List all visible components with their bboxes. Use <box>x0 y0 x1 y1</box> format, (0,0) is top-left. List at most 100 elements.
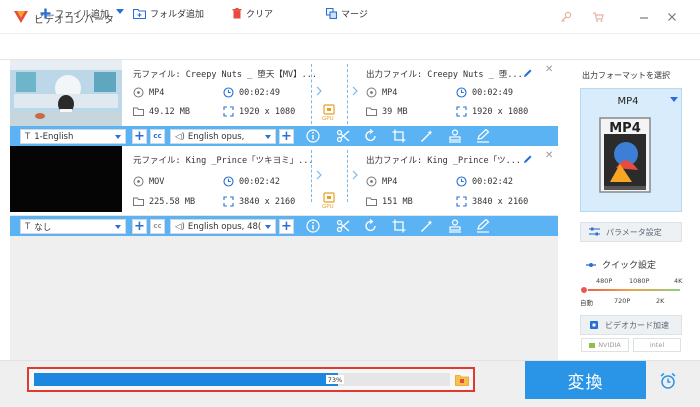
output-format-name: MP4 <box>617 96 639 107</box>
effects-wand-icon[interactable] <box>420 219 434 233</box>
gpu-label: GPU <box>322 116 334 122</box>
text-icon: T <box>25 131 31 142</box>
video-thumbnail[interactable] <box>10 60 122 126</box>
add-file-button[interactable]: ファイル追加 <box>40 6 109 20</box>
source-resolution: 1920 x 1080 <box>223 106 295 117</box>
toolbar <box>0 34 700 60</box>
resolution-icon <box>456 106 467 117</box>
clear-label: クリア <box>246 9 274 20</box>
output-filename: 出力ファイル: King _Prince「ツ... <box>366 156 521 166</box>
output-duration: 00:02:49 <box>456 87 513 98</box>
add-audio-button[interactable]: + <box>279 129 294 144</box>
intel-badge: intel <box>633 338 681 352</box>
sliders-icon <box>589 227 600 236</box>
pen-edit-icon[interactable] <box>476 219 490 233</box>
merge-label: マージ <box>341 9 368 20</box>
text-icon: T <box>25 221 31 232</box>
scissors-icon[interactable] <box>336 129 350 143</box>
quality-slider-handle[interactable] <box>580 286 588 294</box>
watermark-stamp-icon[interactable] <box>448 129 462 143</box>
clock-icon <box>456 176 467 187</box>
remove-file-icon[interactable]: ✕ <box>545 64 553 75</box>
gpu-acceleration-button[interactable]: ビデオカード加速 <box>580 315 682 335</box>
edit-icon[interactable] <box>522 154 533 165</box>
resolution-icon <box>456 196 467 207</box>
convert-button[interactable]: 変換 <box>525 361 646 399</box>
arrow-right-icon <box>352 170 358 180</box>
folder-plus-icon <box>133 8 146 19</box>
clock-icon <box>223 87 234 98</box>
clock-icon <box>456 87 467 98</box>
quick-settings-icon <box>586 262 596 267</box>
add-subtitle-button[interactable]: + <box>132 219 147 234</box>
cc-icon[interactable]: cc <box>150 129 165 144</box>
folder-icon <box>366 107 377 116</box>
key-icon[interactable] <box>558 9 574 25</box>
folder-icon <box>366 197 377 206</box>
edit-bar: T なし + cc ◁) English opus, 48( + <box>10 216 558 236</box>
source-size: 225.58 MB <box>133 196 195 207</box>
merge-icon <box>326 7 337 19</box>
close-icon[interactable] <box>664 9 680 25</box>
output-size: 151 MB <box>366 196 413 207</box>
merge-button[interactable]: マージ <box>326 6 368 20</box>
output-resolution: 1920 x 1080 <box>456 106 528 117</box>
format-dropdown-icon[interactable] <box>670 97 678 102</box>
file-row[interactable]: 元ファイル: King _Prince「ツキヨミ」... MOV 00:02:4… <box>10 146 558 216</box>
video-format-icon <box>366 87 377 98</box>
add-file-dropdown-icon[interactable] <box>116 9 124 14</box>
cart-icon[interactable] <box>590 9 606 25</box>
nvidia-logo-icon <box>589 342 596 348</box>
source-format: MP4 <box>133 87 164 98</box>
info-icon[interactable] <box>306 129 320 143</box>
output-folder-icon[interactable] <box>455 374 469 386</box>
progress-percent: 73% <box>326 375 344 384</box>
app-logo-icon <box>14 11 28 23</box>
resolution-icon <box>223 196 234 207</box>
watermark-stamp-icon[interactable] <box>448 219 462 233</box>
edit-bar: T 1-English + cc ◁) English opus, + <box>10 126 558 146</box>
effects-wand-icon[interactable] <box>420 129 434 143</box>
chevron-down-icon <box>265 225 271 229</box>
rotate-icon[interactable] <box>364 129 378 143</box>
subtitle-select[interactable]: T 1-English <box>20 129 126 144</box>
cc-icon[interactable]: cc <box>150 219 165 234</box>
add-subtitle-button[interactable]: + <box>132 129 147 144</box>
audio-select[interactable]: ◁) English opus, 48( <box>170 219 276 234</box>
add-folder-label: フォルダ追加 <box>150 9 205 20</box>
nvidia-badge: NVIDIA <box>581 338 629 352</box>
output-filename: 出力ファイル: Creepy Nuts _ 堕... <box>366 70 523 80</box>
crop-icon[interactable] <box>392 129 406 143</box>
source-duration: 00:02:49 <box>223 87 280 98</box>
gpu-label: GPU <box>322 204 334 210</box>
output-duration: 00:02:42 <box>456 176 513 187</box>
info-icon[interactable] <box>306 219 320 233</box>
source-format: MOV <box>133 176 164 187</box>
audio-select[interactable]: ◁) English opus, <box>170 129 276 144</box>
crop-icon[interactable] <box>392 219 406 233</box>
arrow-right-icon <box>316 86 322 96</box>
remove-file-icon[interactable]: ✕ <box>545 150 553 161</box>
file-row[interactable]: 元ファイル: Creepy Nuts _ 堕天【MV】... MP4 00:02… <box>10 60 558 136</box>
pen-edit-icon[interactable] <box>476 129 490 143</box>
video-thumbnail[interactable] <box>10 146 122 212</box>
rotate-icon[interactable] <box>364 219 378 233</box>
quality-tick-2k: 2K <box>656 297 665 305</box>
subtitle-select[interactable]: T なし <box>20 219 126 234</box>
scissors-icon[interactable] <box>336 219 350 233</box>
progress-fill <box>34 373 338 386</box>
add-file-label: ファイル追加 <box>55 9 110 20</box>
quality-slider[interactable] <box>582 289 680 291</box>
quick-settings-label: クイック設定 <box>586 258 656 271</box>
edit-icon[interactable] <box>522 68 533 79</box>
quality-tick-1080p: 1080P <box>629 277 650 285</box>
clear-button[interactable]: クリア <box>232 6 273 20</box>
add-folder-button[interactable]: フォルダ追加 <box>133 6 204 20</box>
source-filename: 元ファイル: King _Prince「ツキヨミ」... <box>133 156 314 166</box>
output-size: 39 MB <box>366 106 408 117</box>
minimize-icon[interactable] <box>636 9 652 25</box>
add-audio-button[interactable]: + <box>279 219 294 234</box>
parameter-settings-button[interactable]: パラメータ設定 <box>580 222 682 242</box>
quality-tick-auto: 自動 <box>580 299 593 307</box>
alarm-clock-icon[interactable] <box>659 372 677 390</box>
